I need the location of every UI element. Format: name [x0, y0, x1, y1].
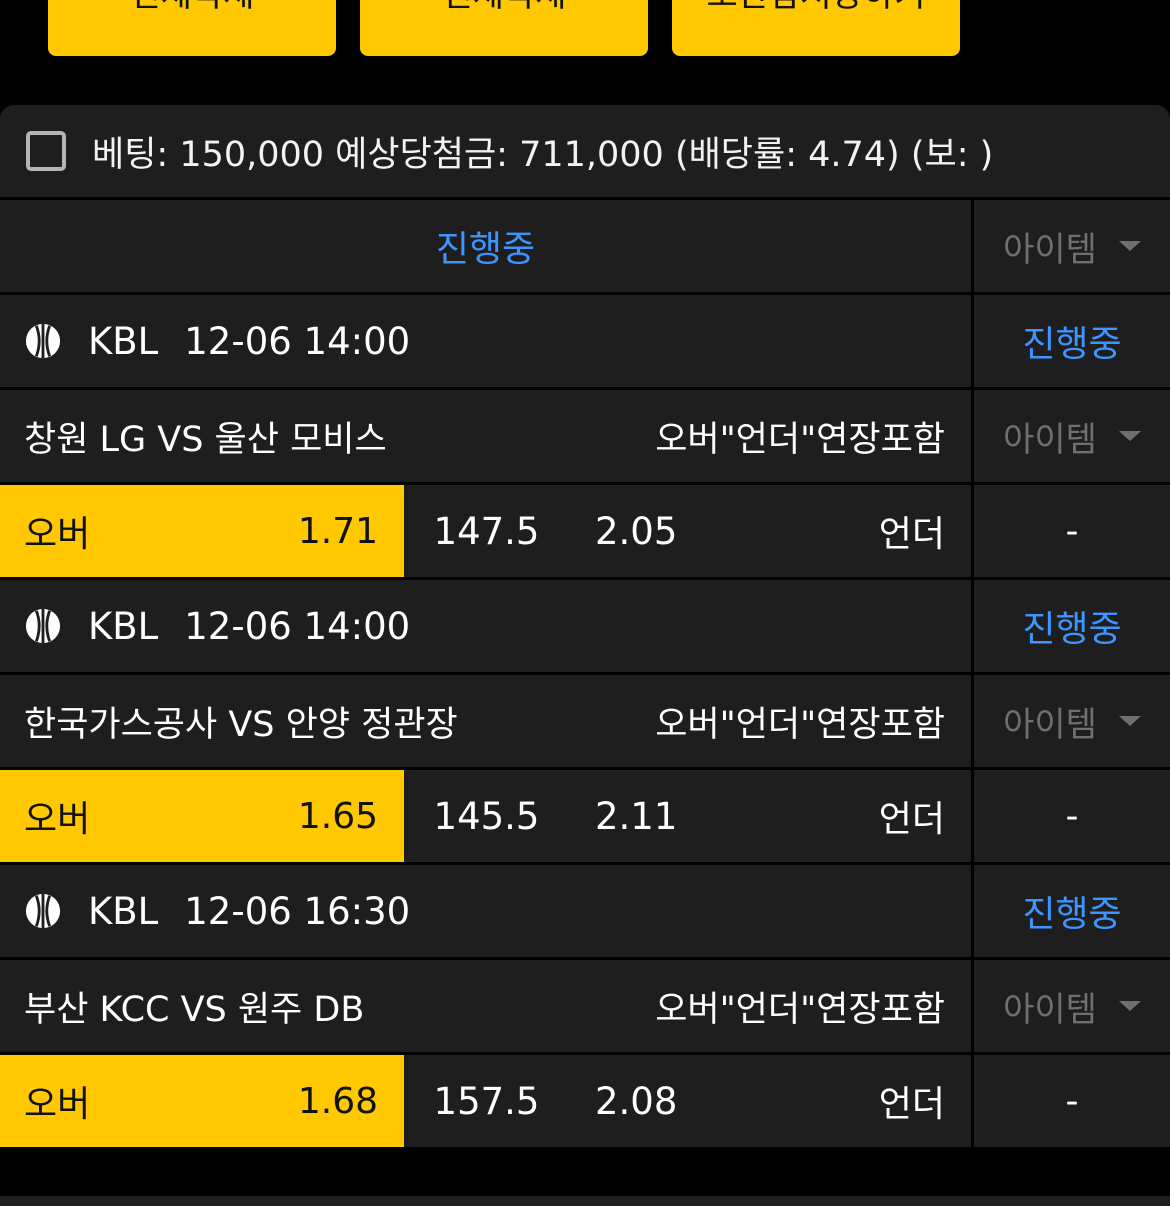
game-status: 진행중 [1022, 609, 1122, 650]
odds-cell: 오버 1.68 157.5 2.08 언더 [0, 1055, 974, 1147]
game-status-cell: 진행중 [974, 580, 1170, 672]
over-bet-button[interactable]: 오버 1.68 [0, 1055, 404, 1147]
match-row: 부산 KCC VS 원주 DB 오버"언더"연장포함 아이템 [0, 960, 1170, 1055]
game-info-row: KBL 12-06 16:30 진행중 [0, 865, 1170, 960]
item-dropdown[interactable]: 아이템 [974, 390, 1170, 482]
item-dropdown-label: 아이템 [1003, 229, 1097, 270]
caret-down-icon [1118, 241, 1141, 251]
game-info-cell: KBL 12-06 14:00 [0, 580, 974, 672]
game-datetime: 12-06 14:00 [184, 319, 411, 363]
over-odds: 1.71 [297, 510, 378, 552]
item-dropdown[interactable]: 아이템 [974, 675, 1170, 767]
bet-slip-panel: 베팅: 150,000 예상당첨금: 711,000 (배당률: 4.74) (… [0, 105, 1170, 1147]
basketball-icon [25, 608, 61, 644]
game-datetime: 12-06 16:30 [184, 889, 411, 933]
select-checkbox[interactable] [26, 131, 66, 171]
over-odds: 1.65 [297, 795, 378, 837]
delete-all-button-2[interactable]: 전체삭제 [360, 0, 648, 56]
match-name: 창원 LG VS 울산 모비스 [24, 419, 387, 460]
over-label: 오버 [24, 514, 91, 555]
delete-all-button-1[interactable]: 전체삭제 [48, 0, 336, 56]
save-to-storage-button-label: 보관함저장하기 [707, 0, 926, 15]
empty-value: - [1065, 510, 1079, 552]
league-name: KBL [88, 604, 159, 648]
game-status-cell: 진행중 [974, 295, 1170, 387]
item-dropdown[interactable]: 아이템 [974, 200, 1170, 292]
match-cell: 한국가스공사 VS 안양 정관장 오버"언더"연장포함 [0, 675, 974, 767]
odds-cell: 오버 1.65 145.5 2.11 언더 [0, 770, 974, 862]
league-name: KBL [88, 319, 159, 363]
over-label: 오버 [24, 1084, 91, 1125]
delete-all-button-2-label: 전체삭제 [441, 0, 566, 15]
under-odds[interactable]: 2.08 [595, 1080, 677, 1123]
under-label[interactable]: 언더 [879, 505, 945, 557]
game-info-row: KBL 12-06 14:00 진행중 [0, 580, 1170, 675]
under-label[interactable]: 언더 [879, 790, 945, 842]
game-status: 진행중 [1022, 894, 1122, 935]
handicap-value: 147.5 [433, 509, 540, 553]
odds-row: 오버 1.65 145.5 2.11 언더 - [0, 770, 1170, 865]
league-name: KBL [88, 889, 159, 933]
caret-down-icon [1118, 716, 1141, 726]
basketball-icon [25, 323, 61, 359]
empty-value: - [1065, 795, 1079, 837]
match-name: 한국가스공사 VS 안양 정관장 [24, 704, 458, 745]
over-odds: 1.68 [297, 1080, 378, 1122]
match-cell: 부산 KCC VS 원주 DB 오버"언더"연장포함 [0, 960, 974, 1052]
save-to-storage-button[interactable]: 보관함저장하기 [672, 0, 960, 56]
game-info-row: KBL 12-06 14:00 진행중 [0, 295, 1170, 390]
over-bet-button[interactable]: 오버 1.71 [0, 485, 404, 577]
bet-summary-row: 베팅: 150,000 예상당첨금: 711,000 (배당률: 4.74) (… [0, 105, 1170, 200]
under-label[interactable]: 언더 [879, 1075, 945, 1127]
header-status-cell: 진행중 [0, 200, 974, 292]
caret-down-icon [1118, 431, 1141, 441]
empty-value: - [1065, 1080, 1079, 1122]
match-row: 한국가스공사 VS 안양 정관장 오버"언더"연장포함 아이템 [0, 675, 1170, 770]
item-dropdown-label: 아이템 [1003, 989, 1097, 1030]
match-name: 부산 KCC VS 원주 DB [24, 989, 365, 1030]
game-status-cell: 진행중 [974, 865, 1170, 957]
market-type: 오버"언더"연장포함 [655, 419, 945, 460]
next-panel-edge [0, 1196, 1170, 1206]
game-datetime: 12-06 14:00 [184, 604, 411, 648]
odds-side-cell: - [974, 770, 1170, 862]
header-status: 진행중 [435, 229, 536, 270]
game-info-cell: KBL 12-06 14:00 [0, 295, 974, 387]
caret-down-icon [1118, 1001, 1141, 1011]
delete-all-button-1-label: 전체삭제 [129, 0, 254, 15]
bottom-spacer [0, 1170, 1170, 1206]
odds-side-cell: - [974, 1055, 1170, 1147]
game-info-cell: KBL 12-06 16:30 [0, 865, 974, 957]
item-dropdown[interactable]: 아이템 [974, 960, 1170, 1052]
match-row: 창원 LG VS 울산 모비스 오버"언더"연장포함 아이템 [0, 390, 1170, 485]
item-dropdown-label: 아이템 [1003, 419, 1097, 460]
game-status: 진행중 [1022, 324, 1122, 365]
match-cell: 창원 LG VS 울산 모비스 오버"언더"연장포함 [0, 390, 974, 482]
item-dropdown-label: 아이템 [1003, 704, 1097, 745]
handicap-value: 145.5 [433, 794, 540, 838]
over-bet-button[interactable]: 오버 1.65 [0, 770, 404, 862]
odds-side-cell: - [974, 485, 1170, 577]
under-odds[interactable]: 2.05 [595, 510, 677, 553]
odds-row: 오버 1.71 147.5 2.05 언더 - [0, 485, 1170, 580]
market-type: 오버"언더"연장포함 [655, 704, 945, 745]
handicap-value: 157.5 [433, 1079, 540, 1123]
odds-row: 오버 1.68 157.5 2.08 언더 - [0, 1055, 1170, 1147]
header-row: 진행중 아이템 [0, 200, 1170, 295]
basketball-icon [25, 893, 61, 929]
under-odds[interactable]: 2.11 [595, 795, 677, 838]
bet-summary-text: 베팅: 150,000 예상당첨금: 711,000 (배당률: 4.74) (… [92, 134, 994, 175]
over-label: 오버 [24, 799, 91, 840]
market-type: 오버"언더"연장포함 [655, 989, 945, 1030]
odds-cell: 오버 1.71 147.5 2.05 언더 [0, 485, 974, 577]
